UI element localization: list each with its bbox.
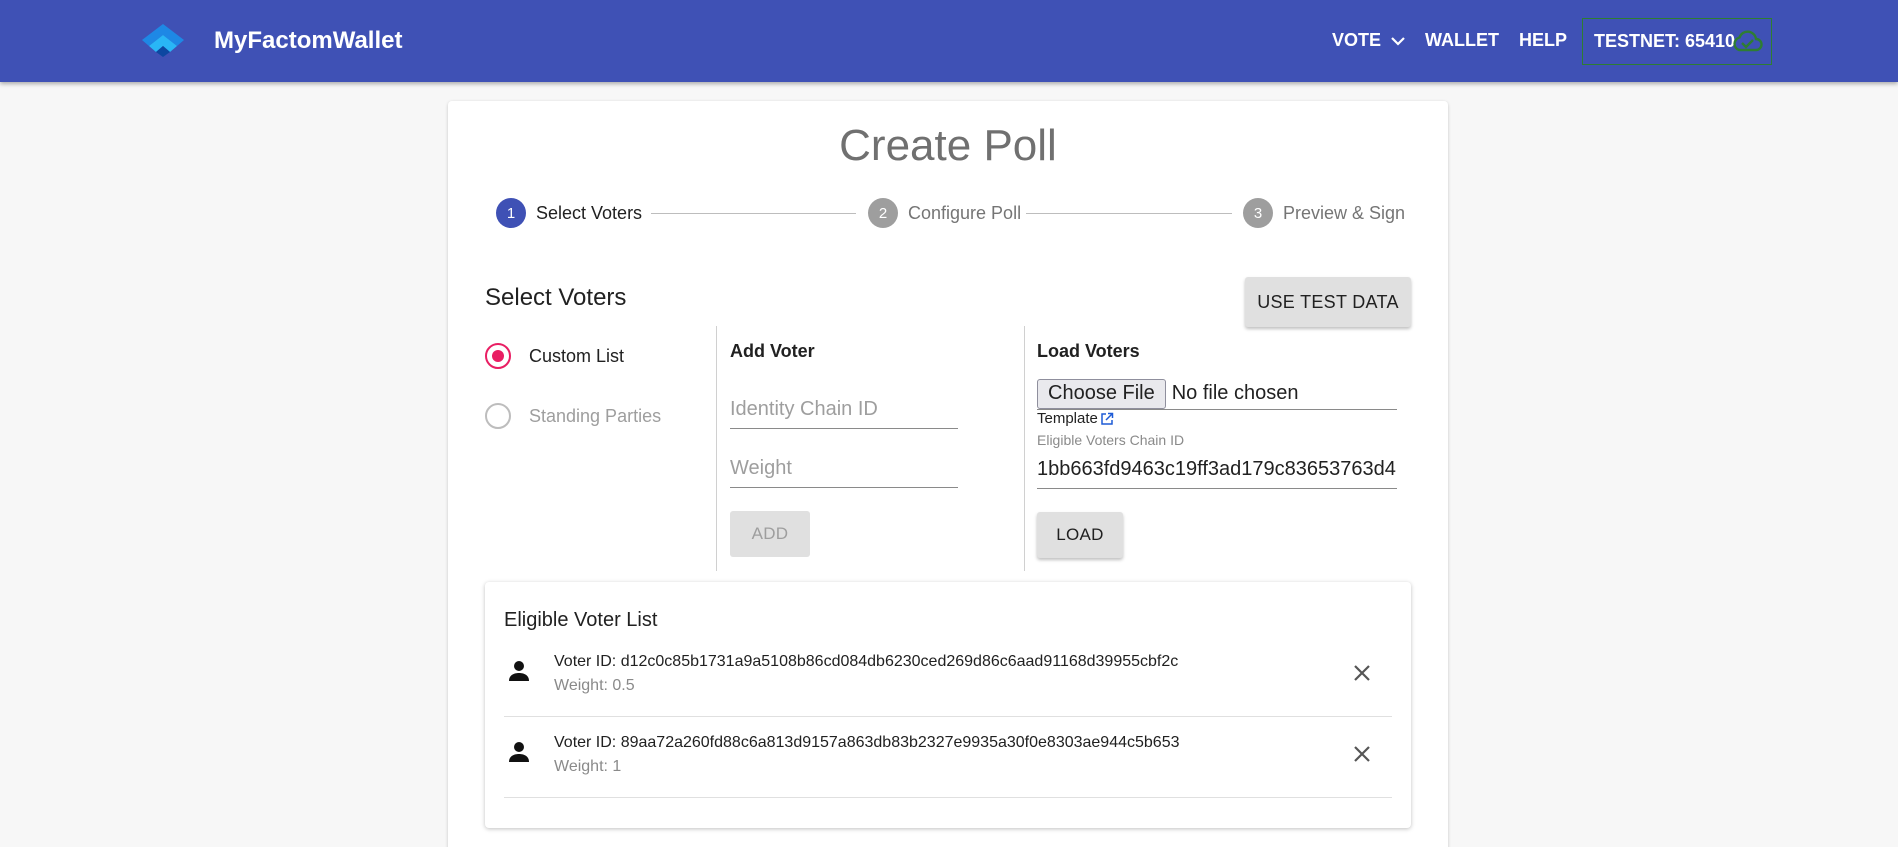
radio-label: Standing Parties [529,405,662,426]
identity-chain-id-input[interactable] [730,391,958,429]
create-poll-card: Create Poll 1 Select Voters 2 Configure … [448,101,1448,847]
voter-weight: Weight: 1 [554,758,622,775]
voter-id: Voter ID: d12c0c85b1731a9a5108b86cd084db… [554,653,1179,670]
step-connector [1026,213,1232,214]
close-icon[interactable] [1348,740,1376,768]
list-title: Eligible Voter List [504,609,658,631]
add-voter-title: Add Voter [730,341,815,361]
app-bar: MyFactomWallet VOTE WALLET HELP TESTNET:… [0,0,1898,82]
add-voter-button[interactable]: ADD [730,511,810,557]
brand-title[interactable]: MyFactomWallet [214,27,402,55]
page-title: Create Poll [839,121,1057,170]
section-title: Select Voters [485,284,627,311]
person-icon [509,661,529,681]
close-icon[interactable] [1348,659,1376,687]
step-select-voters[interactable]: 1 Select Voters [496,198,642,228]
person-icon [509,742,529,762]
network-status-button[interactable]: TESTNET: 65410 [1582,18,1772,65]
load-button[interactable]: LOAD [1037,512,1123,558]
eligible-voter-list: Eligible Voter List Voter ID: d12c0c85b1… [485,582,1411,828]
step-number: 2 [868,198,898,228]
load-voters-title: Load Voters [1037,341,1140,361]
eligible-chain-id-label: Eligible Voters Chain ID [1037,432,1185,448]
nav-vote-label: VOTE [1332,30,1382,50]
file-input[interactable]: Choose File No file chosen [1037,378,1397,410]
step-number: 3 [1243,198,1273,228]
external-link-icon [1101,412,1114,425]
radio-checked-icon [485,343,511,369]
network-status-label: TESTNET: 65410 [1594,31,1736,51]
radio-custom-list[interactable]: Custom List [485,343,624,369]
column-divider [716,326,717,571]
nav-help[interactable]: HELP [1519,30,1567,51]
list-item: Voter ID: d12c0c85b1731a9a5108b86cd084db… [504,636,1392,717]
use-test-data-button[interactable]: USE TEST DATA [1245,277,1411,327]
column-divider [1024,326,1025,571]
step-connector [651,213,856,214]
template-link[interactable]: Template [1037,410,1114,427]
step-preview-sign[interactable]: 3 Preview & Sign [1243,198,1405,228]
nav-wallet[interactable]: WALLET [1425,30,1499,51]
radio-standing-parties[interactable]: Standing Parties [485,403,661,429]
step-label: Configure Poll [908,202,1022,223]
file-status: No file chosen [1171,382,1299,404]
radio-label: Custom List [529,345,625,366]
cloud-done-icon [1733,30,1763,52]
weight-input[interactable] [730,450,958,488]
voter-weight: Weight: 0.5 [554,677,635,694]
step-number: 1 [496,198,526,228]
step-label: Select Voters [536,202,643,223]
step-label: Preview & Sign [1283,202,1406,223]
choose-file-button[interactable]: Choose File [1037,378,1166,409]
nav-vote[interactable]: VOTE [1332,30,1406,51]
chevron-down-icon [1391,37,1405,46]
voter-id: Voter ID: 89aa72a260fd88c6a813d9157a863d… [554,734,1180,751]
eligible-voters-chain-id-input[interactable] [1037,451,1397,489]
list-item: Voter ID: 89aa72a260fd88c6a813d9157a863d… [504,717,1392,798]
radio-unchecked-icon [485,403,511,429]
factom-logo-icon[interactable] [140,22,186,58]
template-label: Template [1037,410,1098,427]
step-configure-poll[interactable]: 2 Configure Poll [868,198,1021,228]
